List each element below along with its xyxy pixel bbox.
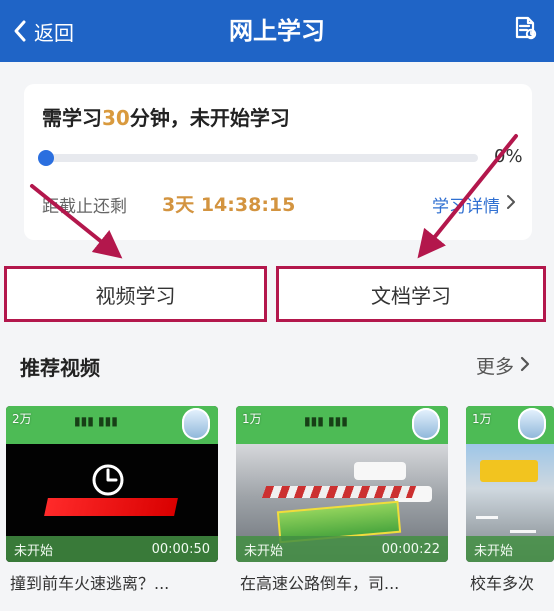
video-title: 在高速公路倒车，司... bbox=[240, 574, 400, 593]
view-count: 1万 bbox=[242, 412, 262, 426]
video-duration: 00:00:22 bbox=[381, 541, 440, 557]
video-card[interactable]: 1万 ▮▮▮ ▮▮▮ 未开始 00:00:22 在高速公路倒车，司... bbox=[236, 406, 448, 596]
progress-percent: 0% bbox=[494, 146, 523, 167]
mascot-icon bbox=[412, 408, 440, 440]
progress-bar bbox=[46, 154, 478, 162]
clock-icon bbox=[78, 460, 138, 500]
view-count: 1万 bbox=[472, 412, 492, 426]
document-study-tab[interactable]: 文档学习 bbox=[276, 266, 546, 322]
video-thumbnail: 1万 ▮▮▮ ▮▮▮ 未开始 00:00:22 bbox=[236, 406, 448, 562]
video-thumbnail: 1万 未开始 bbox=[466, 406, 554, 562]
barrier-shape bbox=[261, 486, 417, 498]
video-thumbnail: 2万 ▮▮▮ ▮▮▮ 未开始 00:00:50 bbox=[6, 406, 218, 562]
video-title: 撞到前车火速逃离？... bbox=[10, 574, 170, 593]
page-title: 网上学习 bbox=[229, 17, 325, 45]
study-details-link[interactable]: 学习详情 bbox=[432, 192, 516, 217]
car-shape bbox=[354, 462, 406, 480]
video-status-bar: 未开始 00:00:50 bbox=[6, 536, 218, 562]
video-study-label: 视频学习 bbox=[95, 283, 176, 308]
thumbnail-red-label bbox=[44, 498, 178, 516]
study-details-label: 学习详情 bbox=[432, 197, 500, 217]
chevron-right-icon bbox=[506, 194, 516, 215]
requirement-minutes: 30 bbox=[102, 106, 130, 130]
mascot-icon bbox=[182, 408, 210, 440]
more-videos-link[interactable]: 更多 bbox=[476, 352, 530, 379]
view-count: 2万 bbox=[12, 412, 32, 426]
chevron-right-icon bbox=[520, 355, 530, 377]
road-marking bbox=[510, 530, 536, 533]
mascot-icon bbox=[518, 408, 546, 440]
study-requirement: 需学习30分钟，未开始学习 bbox=[42, 102, 290, 131]
video-status-bar: 未开始 bbox=[466, 536, 554, 562]
deadline-label: 距截止还剩 bbox=[42, 197, 127, 217]
banner-decoration: ▮▮▮ ▮▮▮ bbox=[74, 414, 118, 428]
progress-knob bbox=[38, 150, 54, 166]
video-status: 未开始 bbox=[14, 543, 54, 559]
document-button[interactable] bbox=[506, 12, 542, 48]
study-status-card: 需学习30分钟，未开始学习 0% 距截止还剩 3天 14:38:15 学习详情 bbox=[24, 84, 532, 240]
document-study-label: 文档学习 bbox=[371, 283, 451, 308]
requirement-prefix: 需学习 bbox=[42, 106, 102, 130]
requirement-suffix: 分钟，未开始学习 bbox=[129, 106, 290, 130]
video-duration: 00:00:50 bbox=[151, 541, 210, 557]
video-card[interactable]: 2万 ▮▮▮ ▮▮▮ 未开始 00:00:50 撞到前车火速逃离？... bbox=[6, 406, 218, 596]
banner-decoration: ▮▮▮ ▮▮▮ bbox=[304, 414, 348, 428]
video-status: 未开始 bbox=[244, 543, 284, 559]
video-status-bar: 未开始 00:00:22 bbox=[236, 536, 448, 562]
deadline-countdown: 3天 14:38:15 bbox=[162, 194, 296, 216]
road-marking bbox=[476, 516, 498, 519]
video-title: 校车多次 bbox=[470, 574, 535, 593]
top-bar: 返回 网上学习 bbox=[0, 0, 554, 62]
video-status: 未开始 bbox=[474, 543, 514, 559]
recommended-videos-title: 推荐视频 bbox=[20, 356, 100, 380]
document-icon bbox=[509, 13, 539, 47]
video-study-tab[interactable]: 视频学习 bbox=[4, 266, 267, 322]
more-label: 更多 bbox=[475, 356, 514, 378]
bus-shape bbox=[480, 460, 538, 482]
video-card[interactable]: 1万 未开始 校车多次 bbox=[466, 406, 554, 596]
